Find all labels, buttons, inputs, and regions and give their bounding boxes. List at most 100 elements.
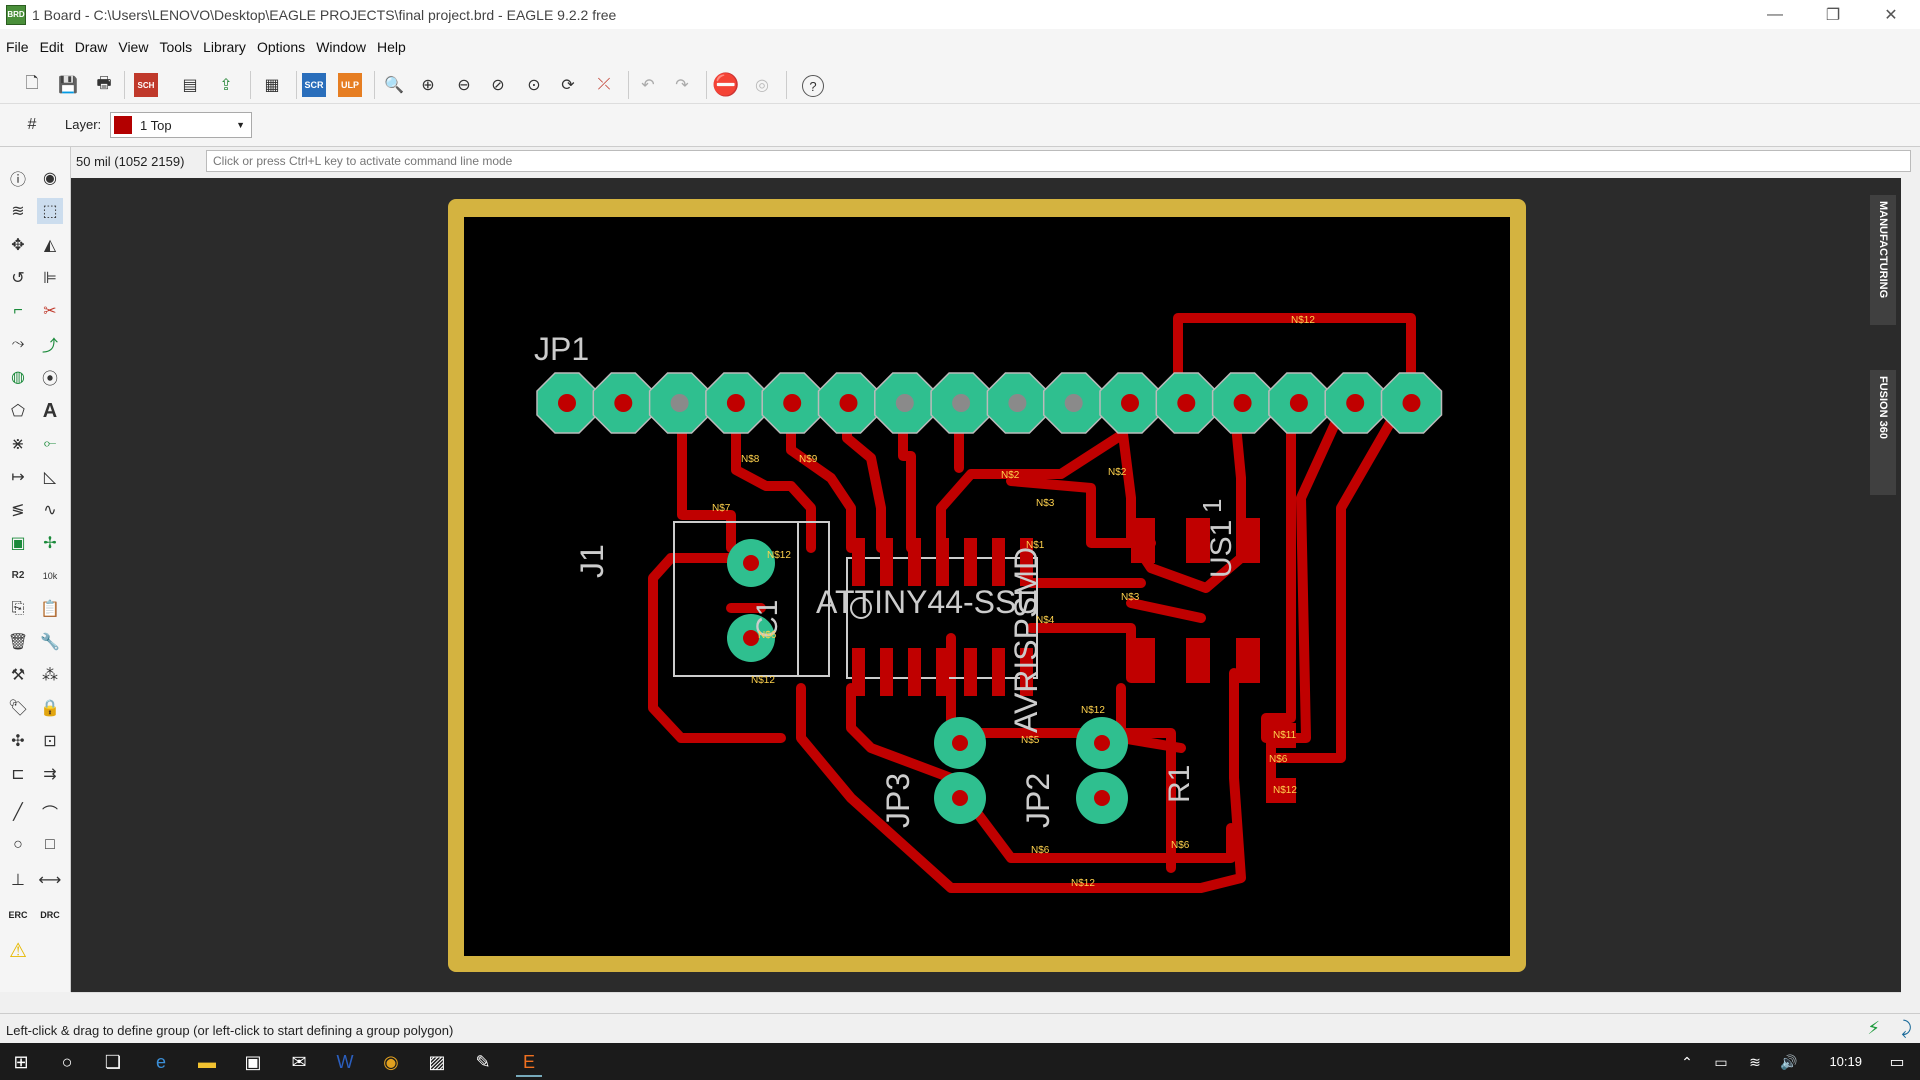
show-hidden-icons[interactable]: ⌃ — [1674, 1049, 1700, 1075]
circle-icon[interactable]: ○ — [5, 832, 31, 858]
tab-fusion-360[interactable]: FUSION 360 — [1870, 370, 1896, 495]
ratsnest-icon[interactable]: ⤫ — [592, 73, 616, 97]
zoom-last-icon[interactable]: ⊙ — [522, 73, 546, 97]
move-icon[interactable]: ✥ — [5, 232, 31, 258]
ic-pin[interactable] — [908, 648, 921, 696]
ic-pin[interactable] — [936, 538, 949, 586]
drc-icon[interactable]: DRC — [37, 902, 63, 928]
value-tool-icon[interactable]: 10k — [37, 563, 63, 589]
text-icon[interactable]: A — [37, 398, 63, 424]
close-button[interactable]: ✕ — [1862, 0, 1920, 29]
go-icon[interactable]: ◎ — [750, 73, 774, 97]
script-button[interactable]: SCR — [302, 73, 326, 97]
delete-icon[interactable]: 🗑 — [5, 629, 31, 655]
menu-edit[interactable]: Edit — [34, 39, 69, 55]
wrench-icon[interactable]: 🔧 — [37, 629, 63, 655]
undo-icon[interactable]: ↶ — [636, 73, 660, 97]
info-icon[interactable]: ⓘ — [5, 165, 31, 191]
zoom-out-icon[interactable]: ⊖ — [452, 73, 476, 97]
ulp-button[interactable]: ULP — [338, 73, 362, 97]
smash-icon[interactable]: ⚒ — [5, 662, 31, 688]
menu-draw[interactable]: Draw — [69, 39, 113, 55]
replace-icon[interactable]: ✢ — [37, 530, 63, 556]
change-icon[interactable]: ✣ — [5, 728, 31, 754]
edge-icon[interactable]: e — [148, 1049, 174, 1075]
board-canvas[interactable]: JP1 J1 C1 ATTINY44-SSU AVRISPSMD US1 1 J… — [71, 178, 1901, 992]
lock-icon[interactable]: 🔒 — [37, 695, 63, 721]
lightning-icon[interactable]: ⚡ — [1867, 1018, 1880, 1039]
connect-icon[interactable]: ⟜ — [37, 431, 63, 457]
rectangle-icon[interactable]: □ — [37, 832, 63, 858]
file-explorer-icon[interactable]: ▬ — [194, 1049, 220, 1075]
ic-pin[interactable] — [964, 648, 977, 696]
ic-pin[interactable] — [880, 538, 893, 586]
help-icon[interactable]: ? — [802, 75, 824, 97]
tab-manufacturing[interactable]: MANUFACTURING — [1870, 195, 1896, 325]
attribute-icon[interactable]: 🏷 — [5, 695, 31, 721]
dimension-icon[interactable]: ⊥ — [5, 867, 31, 893]
ic-pin[interactable] — [908, 538, 921, 586]
hole-icon[interactable]: ⦿ — [37, 364, 63, 390]
rotate-icon[interactable]: ↺ — [5, 265, 31, 291]
command-line-input[interactable]: Click or press Ctrl+L key to activate co… — [206, 150, 1911, 172]
measure-icon[interactable]: ⟷ — [37, 867, 63, 893]
paint-app-icon[interactable]: ✎ — [470, 1049, 496, 1075]
horizontal-scrollbar[interactable] — [71, 992, 1901, 1009]
zoom-fit-icon[interactable]: 🔍 — [382, 73, 406, 97]
clock[interactable]: 10:19 — [1829, 1054, 1862, 1069]
mirror-icon[interactable]: ◭ — [37, 232, 63, 258]
menu-file[interactable]: File — [0, 39, 34, 55]
layer-dropdown[interactable]: 1 Top ▼ — [110, 112, 252, 138]
schematic-switch-icon[interactable]: SCH — [134, 73, 158, 97]
media-app-icon[interactable]: ▨ — [424, 1049, 450, 1075]
menu-library[interactable]: Library — [197, 39, 251, 55]
route-icon[interactable]: ⌐ — [5, 298, 31, 324]
export-icon[interactable]: ⇪ — [214, 73, 238, 97]
zoom-in-icon[interactable]: ⊕ — [416, 73, 440, 97]
add-part-icon[interactable]: ▣ — [5, 530, 31, 556]
line-icon[interactable]: ╱ — [5, 799, 31, 825]
redo-icon[interactable]: ↷ — [670, 73, 694, 97]
copy-icon[interactable]: ⎘ — [5, 596, 31, 622]
search-icon[interactable]: ○ — [54, 1049, 80, 1075]
arrow-icon[interactable]: ⇉ — [37, 761, 63, 787]
wifi-icon[interactable]: ≋ — [1742, 1049, 1768, 1075]
paste-icon[interactable]: 📋 — [37, 596, 63, 622]
show-icon[interactable]: ◉ — [37, 165, 63, 191]
ic-pin[interactable] — [992, 648, 1005, 696]
save-icon[interactable]: 💾 — [56, 73, 80, 97]
task-view-icon[interactable]: ❏ — [100, 1049, 126, 1075]
align-icon[interactable]: ⊫ — [37, 265, 63, 291]
eagle-taskbar-icon[interactable]: E — [516, 1049, 542, 1077]
menu-help[interactable]: Help — [371, 39, 411, 55]
print-icon[interactable]: 🖶 — [92, 73, 116, 97]
wave-icon[interactable]: ∿ — [37, 497, 63, 523]
volume-icon[interactable]: 🔊 — [1776, 1049, 1802, 1075]
word-icon[interactable]: W — [332, 1049, 358, 1075]
ripup-icon[interactable]: ✂ — [37, 298, 63, 324]
restore-button[interactable]: ❐ — [1804, 0, 1862, 29]
arc-icon[interactable]: ⌒ — [37, 799, 63, 825]
miter-icon[interactable]: ◺ — [37, 464, 63, 490]
menu-options[interactable]: Options — [251, 39, 310, 55]
mail-icon[interactable]: ✉ — [286, 1049, 312, 1075]
meander-icon[interactable]: ⤴ — [37, 331, 63, 357]
signal-icon[interactable]: ⋇ — [5, 431, 31, 457]
cam-icon[interactable]: ▤ — [178, 73, 202, 97]
slice-icon[interactable]: ↦ — [5, 464, 31, 490]
route-multi-icon[interactable]: ⤳ — [5, 331, 31, 357]
notifications-icon[interactable]: ▭ — [1884, 1049, 1910, 1075]
stop-icon[interactable]: ⛔ — [712, 72, 739, 97]
erc-icon[interactable]: ERC — [5, 902, 31, 928]
name-tool-icon[interactable]: R2 — [5, 563, 31, 589]
menu-tools[interactable]: Tools — [153, 39, 197, 55]
ic-pin[interactable] — [936, 648, 949, 696]
layout-icon[interactable]: ▦ — [260, 73, 284, 97]
split-icon[interactable]: ≶ — [5, 497, 31, 523]
minimize-button[interactable]: — — [1746, 0, 1804, 29]
paint-icon[interactable]: ⊡ — [37, 728, 63, 754]
chrome-icon[interactable]: ◉ — [378, 1049, 404, 1075]
pcb-board[interactable]: JP1 J1 C1 ATTINY44-SSU AVRISPSMD US1 1 J… — [71, 178, 1901, 992]
grid-icon[interactable]: # — [20, 113, 44, 137]
group-select-icon[interactable]: ⬚ — [37, 198, 63, 224]
